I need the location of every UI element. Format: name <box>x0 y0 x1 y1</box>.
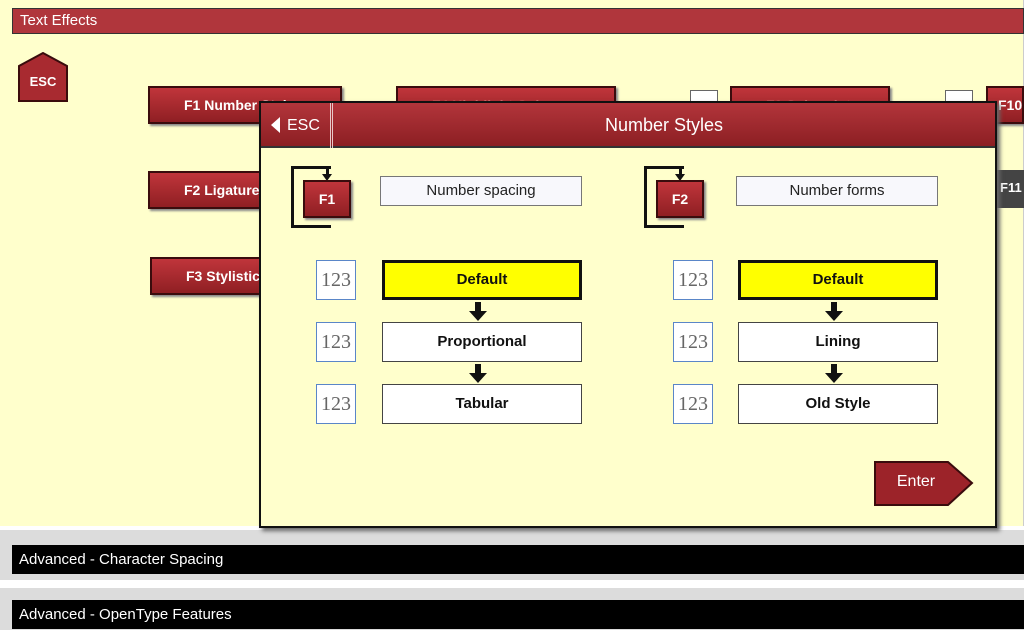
dialog-esc-button[interactable]: ESC <box>261 103 333 148</box>
bg-f2-button[interactable]: F2 Ligatures <box>148 171 268 209</box>
down-arrow-icon <box>824 364 844 384</box>
sample-default-forms: 123 <box>673 260 713 300</box>
bg-f3-button[interactable]: F3 Stylistic Sets <box>150 257 270 295</box>
f2-key-button[interactable]: F2 <box>656 180 704 218</box>
number-styles-dialog: ESC Number Styles F1 Number spacing 123 … <box>259 101 997 528</box>
option-proportional[interactable]: Proportional <box>382 322 582 362</box>
number-spacing-label: Number spacing <box>380 176 582 206</box>
f2-cycle-control: F2 <box>644 166 714 236</box>
f1-key-button[interactable]: F1 <box>303 180 351 218</box>
number-forms-label: Number forms <box>736 176 938 206</box>
advanced-opentype-features-section[interactable]: Advanced - OpenType Features <box>12 600 1024 629</box>
dialog-header: ESC Number Styles <box>261 103 995 148</box>
background-esc-label: ESC <box>29 74 57 89</box>
background-esc-button[interactable]: ESC <box>18 52 68 102</box>
dialog-esc-label: ESC <box>287 117 320 134</box>
sample-default-spacing: 123 <box>316 260 356 300</box>
back-arrow-icon <box>271 117 280 133</box>
option-forms-default[interactable]: Default <box>738 260 938 300</box>
f1-cycle-control: F1 <box>291 166 361 236</box>
sample-old-style: 123 <box>673 384 713 424</box>
option-tabular[interactable]: Tabular <box>382 384 582 424</box>
enter-button[interactable]: Enter <box>874 461 974 507</box>
option-old-style[interactable]: Old Style <box>738 384 938 424</box>
advanced-character-spacing-section[interactable]: Advanced - Character Spacing <box>12 545 1024 574</box>
sample-tabular: 123 <box>316 384 356 424</box>
down-arrow-icon <box>824 302 844 322</box>
text-effects-title-bar: Text Effects <box>12 8 1024 34</box>
down-arrow-icon <box>468 302 488 322</box>
dialog-title: Number Styles <box>604 115 724 135</box>
enter-label: Enter <box>896 473 936 490</box>
sample-lining: 123 <box>673 322 713 362</box>
sample-proportional: 123 <box>316 322 356 362</box>
option-lining[interactable]: Lining <box>738 322 938 362</box>
down-arrow-icon <box>468 364 488 384</box>
option-spacing-default[interactable]: Default <box>382 260 582 300</box>
